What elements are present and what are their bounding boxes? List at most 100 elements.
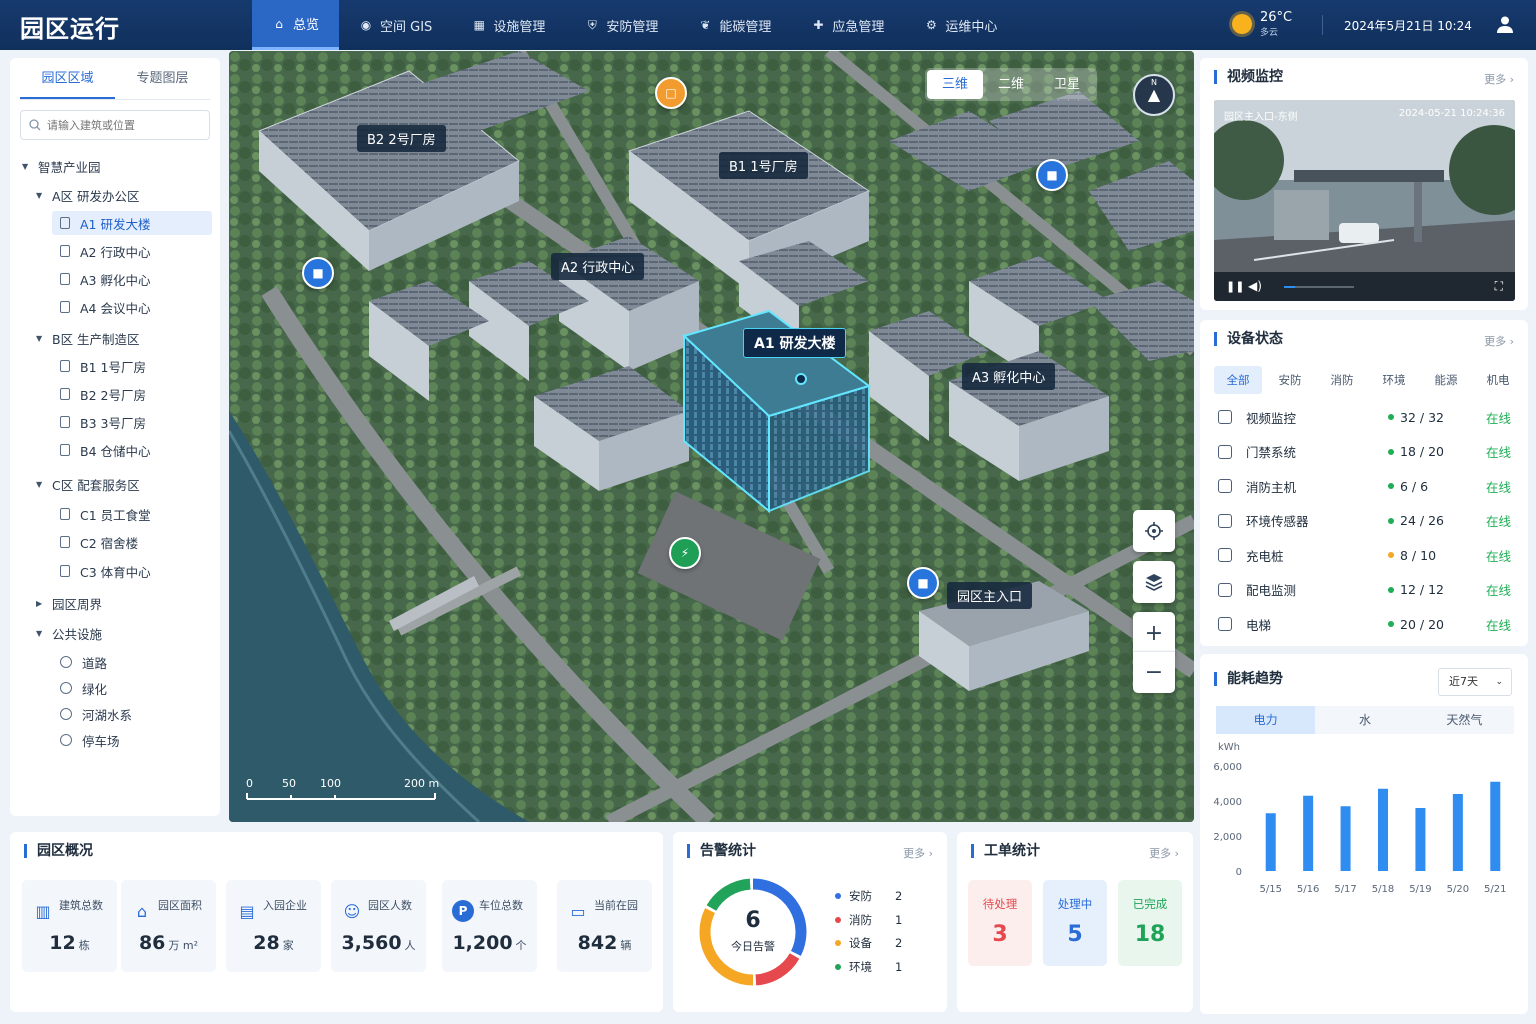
workorder-card[interactable]: 待处理 3 bbox=[968, 880, 1032, 966]
parking-icon: P bbox=[452, 900, 474, 922]
nav-item-2[interactable]: ▦ 设施管理 bbox=[452, 0, 565, 50]
zoom-in-button[interactable]: + bbox=[1133, 612, 1175, 654]
energy-bar[interactable] bbox=[1265, 813, 1276, 871]
workorder-card[interactable]: 处理中 5 bbox=[1043, 880, 1107, 966]
device-row[interactable]: 充电桩 8 / 10 在线 bbox=[1218, 543, 1516, 567]
volume-icon[interactable]: ◀) bbox=[1248, 279, 1262, 293]
map-label-a3[interactable]: A3 孵化中心 bbox=[962, 363, 1056, 390]
tree-node[interactable]: ▼ A区 研发办公区 bbox=[36, 183, 140, 207]
energy-bar[interactable] bbox=[1378, 788, 1388, 871]
tree-node[interactable]: ▼ 智慧产业园 bbox=[22, 154, 101, 178]
tab-electricity[interactable]: 电力 bbox=[1216, 706, 1316, 734]
video-player[interactable]: 园区主入口-东侧 2024-05-21 10:24:36 ❚❚ ◀) ⛶ bbox=[1214, 100, 1515, 301]
chevron-down-icon[interactable]: ▼ bbox=[36, 480, 46, 489]
facility-marker[interactable]: □ bbox=[655, 77, 687, 109]
device-tab[interactable]: 环境 bbox=[1370, 366, 1418, 394]
energy-bar[interactable] bbox=[1415, 808, 1426, 871]
energy-bar[interactable] bbox=[1303, 795, 1314, 871]
view-2d-button[interactable]: 二维 bbox=[983, 70, 1039, 99]
tree-node[interactable]: ▼ B区 生产制造区 bbox=[36, 326, 140, 350]
tree-node[interactable]: ▼ 公共设施 bbox=[36, 621, 102, 645]
chevron-down-icon[interactable]: ▼ bbox=[36, 334, 46, 343]
donut-slice[interactable] bbox=[755, 953, 800, 986]
tree-node-label: 停车场 bbox=[82, 733, 120, 749]
chevron-down-icon[interactable]: ▼ bbox=[22, 162, 32, 171]
map-label-a1[interactable]: A1 研发大楼 bbox=[743, 328, 847, 358]
map-label-b2[interactable]: B2 2号厂房 bbox=[357, 125, 446, 152]
energy-bar[interactable] bbox=[1340, 806, 1351, 871]
tree-node-label: B4 仓储中心 bbox=[80, 443, 151, 459]
video-progress-track[interactable] bbox=[1284, 286, 1354, 288]
tree-node[interactable]: C1 员工食堂 bbox=[52, 502, 151, 526]
nav-item-3[interactable]: ⛨ 安防管理 bbox=[565, 0, 678, 50]
device-row[interactable]: 电梯 20 / 20 在线 bbox=[1218, 612, 1516, 636]
range-select[interactable]: 近7天 ⌄ bbox=[1438, 668, 1512, 696]
map-label-b1[interactable]: B1 1号厂房 bbox=[719, 152, 808, 179]
view-3d-button[interactable]: 三维 bbox=[927, 70, 983, 99]
more-link[interactable]: 更多 › bbox=[1484, 71, 1514, 87]
map-label-main-gate[interactable]: 园区主入口 bbox=[947, 582, 1033, 609]
tree-node[interactable]: ▶ 园区周界 bbox=[36, 591, 102, 615]
tree-node[interactable]: A3 孵化中心 bbox=[52, 267, 150, 291]
tab-water[interactable]: 水 bbox=[1315, 706, 1414, 734]
chevron-down-icon[interactable]: ▼ bbox=[36, 629, 46, 638]
tree-node[interactable]: B3 3号厂房 bbox=[52, 410, 146, 434]
locate-button[interactable] bbox=[1133, 510, 1175, 552]
tab-gas[interactable]: 天然气 bbox=[1415, 706, 1514, 734]
map-view[interactable]: B2 2号厂房 B1 1号厂房 A2 行政中心 A1 研发大楼 A3 孵化中心 … bbox=[229, 51, 1194, 822]
compass-icon[interactable]: N ▲ bbox=[1133, 74, 1175, 116]
tree-node[interactable]: 停车场 bbox=[52, 728, 120, 752]
divider bbox=[1322, 15, 1323, 35]
tree-node[interactable]: 道路 bbox=[52, 650, 107, 674]
device-tab[interactable]: 能源 bbox=[1422, 366, 1470, 394]
more-link[interactable]: 更多 › bbox=[1149, 845, 1179, 861]
device-tab[interactable]: 安防 bbox=[1266, 366, 1314, 394]
zoom-out-button[interactable]: − bbox=[1133, 651, 1175, 693]
pause-icon[interactable]: ❚❚ bbox=[1226, 280, 1244, 293]
device-row[interactable]: 配电监测 12 / 12 在线 bbox=[1218, 578, 1516, 602]
view-satellite-button[interactable]: 卫星 bbox=[1039, 70, 1095, 99]
camera-marker[interactable]: ■ bbox=[907, 567, 939, 599]
tree-node[interactable]: 河湖水系 bbox=[52, 702, 132, 726]
tree-node[interactable]: B2 2号厂房 bbox=[52, 382, 146, 406]
chevron-right-icon[interactable]: ▶ bbox=[36, 599, 46, 608]
device-count: 18 / 20 bbox=[1400, 444, 1444, 459]
nav-item-5[interactable]: ✚ 应急管理 bbox=[791, 0, 904, 50]
device-row[interactable]: 消防主机 6 / 6 在线 bbox=[1218, 474, 1516, 498]
nav-item-1[interactable]: ◉ 空间 GIS bbox=[339, 0, 452, 50]
tree-node[interactable]: B4 仓储中心 bbox=[52, 438, 151, 462]
more-link[interactable]: 更多 › bbox=[1484, 333, 1514, 349]
workorder-card[interactable]: 已完成 18 bbox=[1118, 880, 1182, 966]
device-tab[interactable]: 机电 bbox=[1474, 366, 1522, 394]
device-tab[interactable]: 全部 bbox=[1214, 366, 1262, 394]
more-link[interactable]: 更多 › bbox=[903, 845, 933, 861]
tree-node[interactable]: B1 1号厂房 bbox=[52, 354, 146, 378]
tree-node[interactable]: 绿化 bbox=[52, 676, 107, 700]
tree-node[interactable]: ▼ C区 配套服务区 bbox=[36, 472, 140, 496]
camera-marker[interactable]: ■ bbox=[302, 257, 334, 289]
device-row[interactable]: 视频监控 32 / 32 在线 bbox=[1218, 405, 1516, 429]
map-label-a2[interactable]: A2 行政中心 bbox=[551, 253, 645, 280]
nav-item-6[interactable]: ⚙ 运维中心 bbox=[904, 0, 1017, 50]
charging-marker[interactable]: ⚡ bbox=[669, 537, 701, 569]
location-pin-icon: ◉ bbox=[360, 18, 372, 32]
device-tab[interactable]: 消防 bbox=[1318, 366, 1366, 394]
user-icon[interactable] bbox=[1496, 15, 1514, 33]
tree-node[interactable]: A4 会议中心 bbox=[52, 295, 150, 319]
nav-item-0[interactable]: ⌂ 总览 bbox=[252, 0, 340, 50]
nav-item-4[interactable]: ❦ 能碳管理 bbox=[678, 0, 791, 50]
fullscreen-icon[interactable]: ⛶ bbox=[1495, 279, 1503, 294]
tree-node[interactable]: C2 宿舍楼 bbox=[52, 530, 138, 554]
device-row[interactable]: 环境传感器 24 / 26 在线 bbox=[1218, 509, 1516, 533]
energy-bar[interactable] bbox=[1490, 781, 1501, 871]
tree-node[interactable]: A2 行政中心 bbox=[52, 239, 150, 263]
layers-button[interactable] bbox=[1133, 561, 1175, 603]
device-row[interactable]: 门禁系统 18 / 20 在线 bbox=[1218, 440, 1516, 464]
stat-value: 28 bbox=[253, 932, 280, 954]
camera-marker[interactable]: ■ bbox=[1036, 159, 1068, 191]
tree-node[interactable]: C3 体育中心 bbox=[52, 559, 151, 583]
donut-slice[interactable] bbox=[706, 878, 751, 911]
tree-node[interactable]: A1 研发大楼 bbox=[52, 211, 212, 235]
chevron-down-icon[interactable]: ▼ bbox=[36, 191, 46, 200]
energy-bar[interactable] bbox=[1452, 794, 1463, 871]
